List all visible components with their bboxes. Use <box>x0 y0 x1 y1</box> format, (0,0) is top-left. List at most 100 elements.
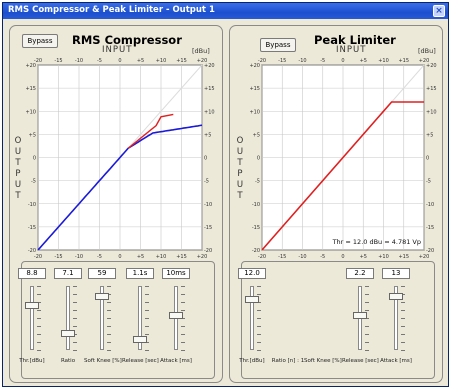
slider-tick <box>73 318 77 319</box>
control-value-field[interactable]: 59 <box>88 268 116 279</box>
slider-tick <box>401 350 405 351</box>
slider-tick <box>145 294 149 295</box>
slider-handle[interactable] <box>61 330 75 338</box>
slider-tick <box>37 342 41 343</box>
y-tick-label-right: -20 <box>426 248 434 254</box>
slider-handle[interactable] <box>353 311 367 319</box>
slider-tick <box>181 302 185 303</box>
slider-handle[interactable] <box>25 301 39 309</box>
slider-tick <box>37 310 41 311</box>
limiter-bypass-button[interactable]: Bypass <box>260 38 296 52</box>
y-tick-label-left: +10 <box>25 109 36 115</box>
x-tick-label-top: +5 <box>137 58 144 64</box>
slider-tick <box>365 334 369 335</box>
x-tick-label-top: -5 <box>320 58 325 64</box>
x-tick-label-bottom: +10 <box>378 254 389 260</box>
slider-handle[interactable] <box>389 292 403 300</box>
y-tick-label-left: +15 <box>249 86 260 92</box>
slider-tick <box>257 334 261 335</box>
slider-tick <box>401 302 405 303</box>
title-bar[interactable]: RMS Compressor & Peak Limiter - Output 1… <box>3 3 448 19</box>
slider-tick <box>257 342 261 343</box>
slider-tick <box>181 326 185 327</box>
x-tick-label-bottom: +20 <box>419 254 430 260</box>
control-label: Attack [ms] <box>380 358 412 364</box>
slider-tick <box>145 302 149 303</box>
output-letter: U <box>236 147 244 157</box>
output-letter: O <box>236 136 244 146</box>
slider-tick <box>365 350 369 351</box>
control-value-field[interactable]: 7.1 <box>54 268 82 279</box>
slider-tick <box>257 286 261 287</box>
slider-tick <box>73 286 77 287</box>
x-tick-label-top: +10 <box>378 58 389 64</box>
x-tick-label-bottom: -10 <box>75 254 83 260</box>
output-letter: P <box>15 169 21 179</box>
slider-tick <box>107 310 111 311</box>
slider-tick <box>181 294 185 295</box>
control-label: Soft Knee [%] <box>304 358 342 364</box>
x-tick-label-bottom: -20 <box>258 254 266 260</box>
x-tick-label-top: -15 <box>54 58 62 64</box>
slider-tick <box>107 318 111 319</box>
slider-tick <box>73 294 77 295</box>
control-value-field[interactable]: 10ms <box>162 268 190 279</box>
x-tick-label-top: 0 <box>341 58 344 64</box>
y-tick-label-left: +5 <box>29 132 36 138</box>
control-value-field[interactable]: 8.8 <box>18 268 46 279</box>
control-label: Release [sec] <box>342 358 379 364</box>
x-tick-label-bottom: +5 <box>360 254 367 260</box>
slider-tick <box>73 350 77 351</box>
slider-tick <box>145 350 149 351</box>
output-letter: U <box>14 147 22 157</box>
x-tick-label-bottom: -15 <box>54 254 62 260</box>
compressor-transfer-graph: -20 -15 -10 -5 0 +5 +10 +15 +20-20 -15 -10 -5 0 +5 +10… <box>25 58 215 260</box>
control-label: Release [sec] <box>122 358 159 364</box>
y-tick-label-left: -20 <box>28 248 36 254</box>
slider-tick <box>401 286 405 287</box>
control-value-field[interactable]: 2.2 <box>346 268 374 279</box>
y-tick-label-right: -20 <box>204 248 212 254</box>
slider-track[interactable] <box>30 286 34 350</box>
slider-tick <box>37 294 41 295</box>
control-value-field[interactable]: 13 <box>382 268 410 279</box>
x-tick-label-bottom: 0 <box>118 254 121 260</box>
slider-tick <box>73 310 77 311</box>
x-tick-label-bottom: +15 <box>398 254 409 260</box>
x-tick-label-top: +15 <box>398 58 409 64</box>
slider-handle[interactable] <box>95 292 109 300</box>
slider-tick <box>365 326 369 327</box>
y-tick-label-right: +5 <box>204 132 211 138</box>
y-tick-label-right: +20 <box>204 63 215 69</box>
slider-tick <box>145 286 149 287</box>
slider-handle[interactable] <box>169 311 183 319</box>
y-tick-label-left: +5 <box>253 132 260 138</box>
slider-handle[interactable] <box>245 296 259 304</box>
slider-tick <box>257 310 261 311</box>
slider-track[interactable] <box>66 286 70 350</box>
control-value-field[interactable]: 1.1s <box>126 268 154 279</box>
control-label: Soft Knee [%] <box>84 358 122 364</box>
control-value-field[interactable]: 12.0 <box>238 268 266 279</box>
output-letter: O <box>14 136 22 146</box>
y-tick-label-left: 0 <box>33 156 36 162</box>
x-tick-label-top: +5 <box>360 58 367 64</box>
slider-tick <box>365 286 369 287</box>
y-tick-label-left: +15 <box>25 86 36 92</box>
x-tick-label-bottom: +15 <box>176 254 187 260</box>
x-tick-label-top: -10 <box>75 58 83 64</box>
x-tick-label-bottom: 0 <box>341 254 344 260</box>
slider-tick <box>37 318 41 319</box>
slider-tick <box>181 342 185 343</box>
close-button[interactable]: × <box>433 5 445 17</box>
slider-handle[interactable] <box>133 336 147 344</box>
slider-tick <box>401 326 405 327</box>
x-tick-label-bottom: -15 <box>278 254 286 260</box>
slider-tick <box>401 310 405 311</box>
compressor-bypass-button[interactable]: Bypass <box>22 34 58 48</box>
output-letter: U <box>14 180 22 190</box>
limiter-output-label: OUTPUT <box>235 136 245 202</box>
slider-tick <box>257 350 261 351</box>
y-tick-label-right: +10 <box>426 109 437 115</box>
y-tick-label-left: -10 <box>252 202 260 208</box>
